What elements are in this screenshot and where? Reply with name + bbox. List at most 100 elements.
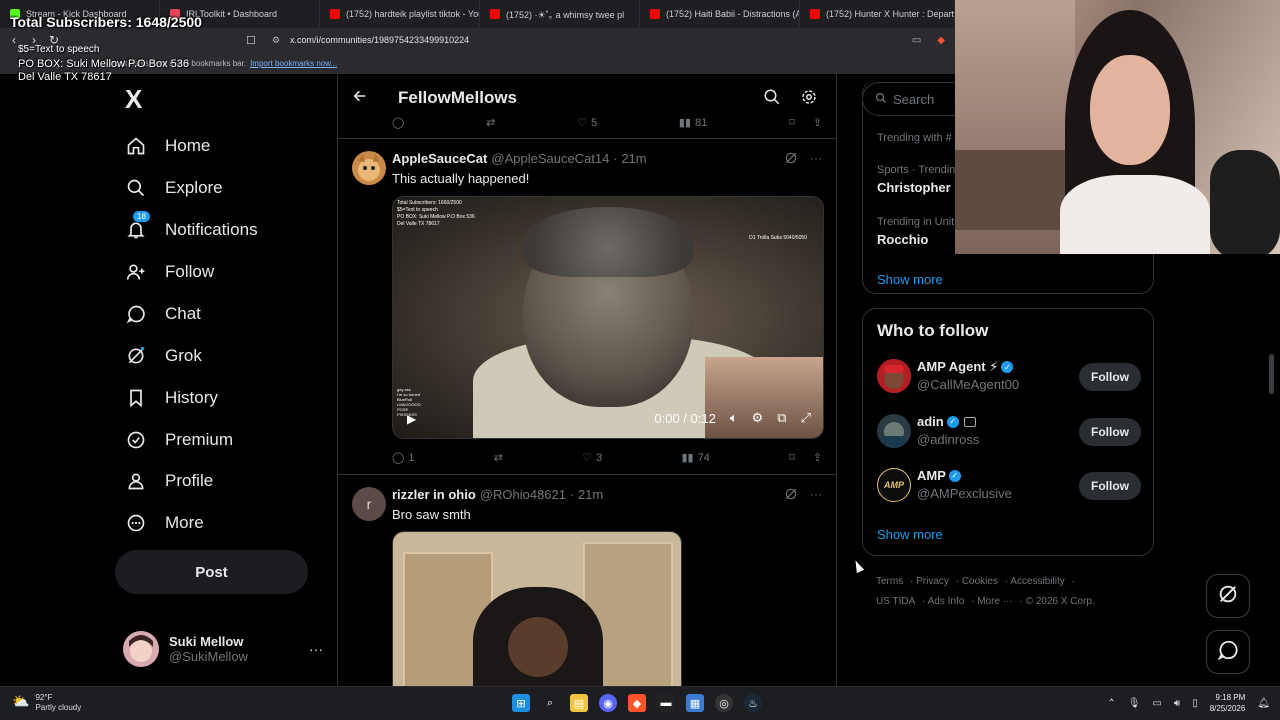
views-button[interactable]: ▮▮ 74	[681, 451, 709, 465]
battery-icon[interactable]: ▯	[1192, 698, 1198, 709]
back-arrow-icon[interactable]	[352, 88, 368, 109]
reply-button[interactable]: ◯ 1	[392, 451, 414, 465]
views-button[interactable]: ▮▮ 81	[679, 116, 707, 130]
sidebar-item-notifications[interactable]: 18 Notifications	[125, 210, 258, 250]
handle[interactable]: @AppleSauceCat14	[491, 151, 609, 166]
chevron-up-icon[interactable]: ⌃	[1107, 698, 1115, 709]
avatar	[877, 414, 911, 448]
sidebar-item-history[interactable]: History	[125, 378, 218, 418]
browser-tab[interactable]: (1752) ·☀︎˚｡ a whimsy twee pl	[480, 0, 640, 28]
gear-icon[interactable]	[800, 88, 818, 111]
follow-suggestion[interactable]: adin ✓ @adinross Follow	[877, 412, 1141, 452]
trend-name[interactable]: Rocchio	[877, 232, 928, 247]
microphone-icon[interactable]: 🎙︎	[1128, 698, 1141, 709]
sidebar-item-explore[interactable]: Explore	[125, 168, 223, 208]
grok-icon[interactable]	[784, 487, 798, 504]
import-bookmarks-link[interactable]: Import bookmarks now...	[250, 59, 337, 68]
grok-float-button[interactable]	[1206, 574, 1250, 618]
share-icon[interactable]: ⇪	[813, 116, 822, 129]
show-more-link[interactable]: Show more	[877, 272, 943, 287]
footer-link[interactable]: Ads Info	[928, 596, 965, 607]
windows-start-icon[interactable]: ⊞	[512, 694, 530, 712]
video-player[interactable]	[392, 531, 682, 686]
steam-icon[interactable]: ♨	[744, 694, 762, 712]
url-field[interactable]: x.com/i/communities/1989754233499910224	[290, 35, 469, 45]
like-button[interactable]: ♡ 3	[582, 451, 602, 465]
sidebar-item-grok[interactable]: Grok	[125, 336, 202, 376]
follow-button[interactable]: Follow	[1079, 472, 1141, 500]
browser-tab[interactable]: (1752) Hunter X Hunter : Departure	[800, 0, 955, 28]
retweet-button[interactable]: ⇄	[486, 116, 495, 129]
more-dots-icon[interactable]: ···	[309, 641, 323, 657]
brave-icon[interactable]: ◆	[628, 694, 646, 712]
follow-suggestion[interactable]: AMP AMP ✓ @AMPexclusive Follow	[877, 466, 1141, 506]
timestamp[interactable]: · 21m	[570, 487, 603, 502]
volume-icon[interactable]: 🔊︎	[1174, 698, 1180, 709]
video-player[interactable]: Total Subscribers: 1660/2500 $5=Text to …	[392, 196, 824, 439]
x-logo-icon[interactable]: X	[125, 84, 142, 115]
tweet[interactable]: r rizzler in ohio @ROhio48621 · 21m ··· …	[338, 474, 836, 686]
sidebar-item-more[interactable]: More	[125, 503, 204, 543]
avatar[interactable]: r	[352, 487, 386, 521]
file-explorer-icon[interactable]: ▤	[570, 694, 588, 712]
verified-badge-icon	[125, 429, 147, 451]
app-icon[interactable]: ▦	[686, 694, 704, 712]
follow-suggestion[interactable]: AMP Agent ⚡ ✓ @CallMeAgent00 Follow	[877, 357, 1141, 397]
sidebar-item-home[interactable]: Home	[125, 126, 210, 166]
scrollbar-thumb[interactable]	[1269, 354, 1274, 394]
sidebar-item-premium[interactable]: Premium	[125, 420, 233, 460]
display-name[interactable]: AppleSauceCat	[392, 151, 487, 166]
copyright: © 2026 X Corp.	[1025, 596, 1095, 607]
sidebar-item-profile[interactable]: Profile	[125, 461, 213, 501]
trend-name[interactable]: Christopher M	[877, 180, 965, 195]
volume-icon[interactable]: 🔈︎	[730, 410, 738, 426]
footer-link[interactable]: Cookies	[962, 576, 998, 587]
footer-link[interactable]: More ···	[977, 596, 1013, 607]
footer-link[interactable]: Accessibility	[1010, 576, 1064, 587]
tweet[interactable]: AppleSauceCat @AppleSauceCat14 · 21m ···…	[338, 138, 836, 474]
network-icon[interactable]: ▭	[1152, 698, 1161, 709]
show-more-link[interactable]: Show more	[877, 527, 943, 542]
account-switcher[interactable]: Suki Mellow @SukiMellow ···	[123, 629, 323, 669]
footer-link[interactable]: US TIDA	[876, 596, 915, 607]
timestamp[interactable]: · 21m	[613, 151, 646, 166]
retweet-button[interactable]: ⇄	[494, 451, 503, 464]
browser-tab[interactable]: (1752) hardteik playlist tiktok - You	[320, 0, 480, 28]
like-button[interactable]: ♡ 5	[577, 116, 597, 130]
fullscreen-icon[interactable]: ⤢	[801, 410, 811, 426]
follow-button[interactable]: Follow	[1079, 363, 1141, 391]
sidebar-item-follow[interactable]: Follow	[125, 252, 214, 292]
chat-float-button[interactable]	[1206, 630, 1250, 674]
share-icon[interactable]: ⇪	[813, 451, 822, 464]
footer-link[interactable]: Terms	[876, 576, 903, 587]
obs-icon[interactable]: ◎	[715, 694, 733, 712]
bookmark-star-icon[interactable]: ☐	[246, 34, 256, 47]
avatar[interactable]	[352, 151, 386, 185]
bookmark-tweet-button[interactable]: ⌑ ⇪	[789, 451, 822, 464]
more-dots-icon[interactable]: ···	[810, 487, 822, 504]
pip-icon[interactable]: ⧉	[777, 410, 786, 426]
notification-bell-icon[interactable]: 🔔︎	[1257, 698, 1270, 709]
handle[interactable]: @ROhio48621	[480, 487, 566, 502]
footer-link[interactable]: Privacy	[916, 576, 949, 587]
more-dots-icon[interactable]: ···	[810, 151, 822, 168]
reply-button[interactable]: ◯	[392, 116, 404, 129]
bookmark-tweet-button[interactable]: ⌑ ⇪	[789, 116, 822, 129]
weather-widget[interactable]: ⛅ 92°F Partly cloudy	[12, 693, 81, 713]
clock[interactable]: 9:18 PM 8/25/2026	[1210, 692, 1246, 714]
add-person-icon	[125, 261, 147, 283]
terminal-icon[interactable]: ▬	[657, 694, 675, 712]
site-settings-icon[interactable]: ⚙	[272, 35, 280, 46]
search-icon[interactable]	[763, 88, 781, 111]
display-name[interactable]: rizzler in ohio	[392, 487, 476, 502]
search-icon[interactable]: ⌕	[541, 694, 559, 712]
cast-icon[interactable]: ▭	[912, 35, 921, 46]
discord-icon[interactable]: ◉	[599, 694, 617, 712]
post-button[interactable]: Post	[115, 550, 308, 594]
follow-button[interactable]: Follow	[1079, 418, 1141, 446]
brave-shield-icon[interactable]: ◆	[937, 35, 945, 46]
grok-icon[interactable]	[784, 151, 798, 168]
sidebar-item-chat[interactable]: Chat	[125, 294, 201, 334]
browser-tab[interactable]: (1752) Haiti Babii - Distractions (Au	[640, 0, 800, 28]
settings-icon[interactable]: ⚙	[752, 410, 764, 426]
